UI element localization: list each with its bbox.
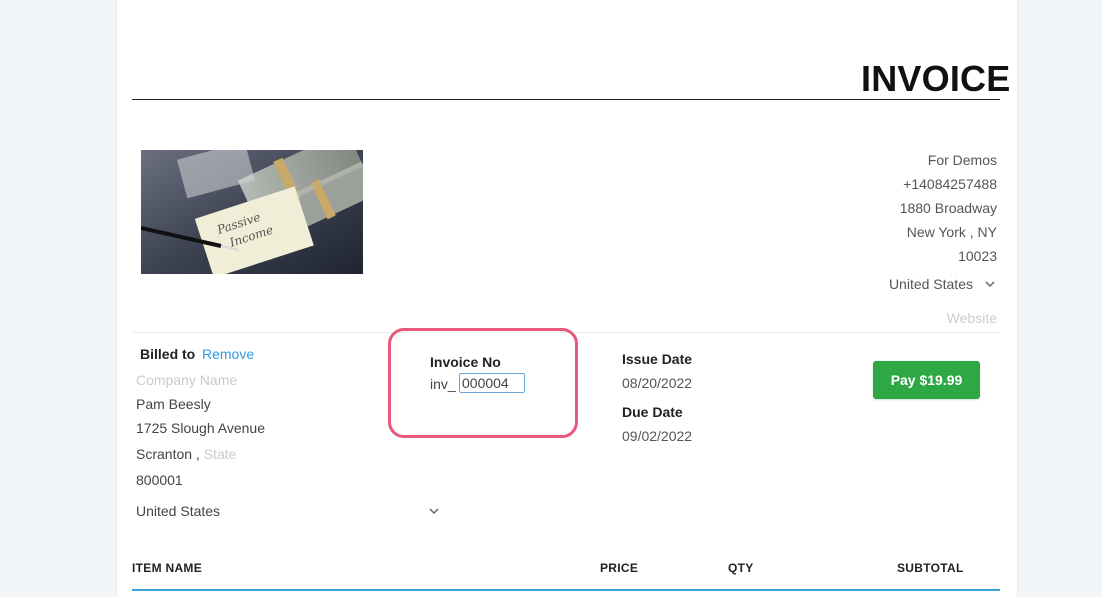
due-date-label: Due Date [622,404,683,420]
chevron-down-icon [429,508,439,515]
company-info: For Demos +14084257488 1880 Broadway New… [697,148,997,268]
billed-company-field[interactable]: Company Name [136,372,237,388]
company-country-select[interactable]: United States [889,276,997,292]
billed-address-field[interactable]: 1725 Slough Avenue [136,420,265,436]
billed-country: United States [136,503,221,519]
company-logo-image[interactable]: Passive Income [141,150,363,274]
logo-graphic: Passive Income [141,150,363,274]
company-city[interactable]: New York [907,224,966,240]
section-divider [132,332,1000,333]
company-name[interactable]: For Demos [697,148,997,172]
company-website-field[interactable]: Website [947,310,997,326]
billed-city-field[interactable]: Scranton [136,446,192,462]
issue-date-field[interactable]: 08/20/2022 [622,375,692,391]
invoice-no-input[interactable] [459,373,525,393]
due-date-field[interactable]: 09/02/2022 [622,428,692,444]
company-country: United States [888,276,973,292]
company-address[interactable]: 1880 Broadway [697,196,997,220]
billed-country-select[interactable]: United States [136,503,441,519]
column-qty: QTY [728,561,754,575]
billed-zip-field[interactable]: 800001 [136,472,183,488]
invoice-paper: INVOICE Passive Income For Demos +140842… [116,0,1018,597]
title-divider [132,99,1000,100]
company-phone[interactable]: +14084257488 [697,172,997,196]
billed-city-state-row: Scranton , State [136,446,237,462]
table-header-divider [132,589,1000,591]
invoice-no-prefix: inv_ [430,376,456,392]
pay-button[interactable]: Pay $19.99 [873,361,980,399]
column-item-name: ITEM NAME [132,561,203,575]
company-city-state: New York , NY [906,224,997,240]
column-price: PRICE [600,561,639,575]
company-state[interactable]: NY [978,224,997,240]
billed-name-field[interactable]: Pam Beesly [136,396,211,412]
column-subtotal: SUBTOTAL [897,561,964,575]
issue-date-label: Issue Date [622,351,693,367]
company-zip[interactable]: 10023 [697,244,997,268]
invoice-title: INVOICE [861,58,1011,99]
chevron-down-icon [985,281,995,288]
billed-to-label: Billed to [140,346,196,362]
invoice-no-label: Invoice No [430,354,501,370]
remove-billed-to-link[interactable]: Remove [202,346,254,362]
billed-state-field[interactable]: State [204,446,237,462]
